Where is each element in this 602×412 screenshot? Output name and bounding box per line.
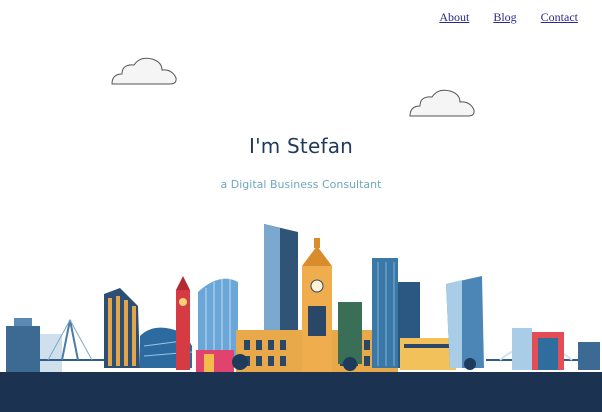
main-nav: About Blog Contact [439, 10, 578, 25]
nav-link-blog[interactable]: Blog [493, 10, 516, 25]
cloud-icon [409, 89, 475, 117]
hero-subtitle: a Digital Business Consultant [220, 178, 382, 191]
city-skyline-illustration [6, 224, 600, 372]
ground-footer [0, 372, 602, 412]
cloud-icon [111, 57, 177, 85]
hero-title: I'm Stefan [248, 134, 354, 158]
nav-link-about[interactable]: About [439, 10, 469, 25]
nav-link-contact[interactable]: Contact [541, 10, 578, 25]
